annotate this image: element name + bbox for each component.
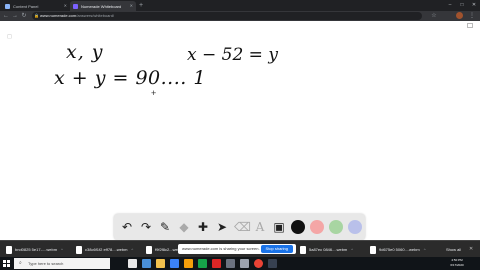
image-icon[interactable]: ▣ [272, 220, 286, 234]
maximize-icon[interactable]: □ [456, 0, 468, 11]
store-icon[interactable] [170, 259, 179, 268]
system-clock[interactable]: 4:50 PM 6/17/2020 [444, 258, 470, 268]
lock-icon: 🔒 [34, 13, 39, 18]
download-label: bnd0825 5e17-....webm [15, 247, 58, 252]
tab-numerade-whiteboard[interactable]: Numerade Whiteboard ✕ [70, 1, 136, 11]
download-item[interactable]: c38c6f1f2 eff78....webm ^ [76, 244, 133, 255]
share-message: www.numerade.com is sharing your screen. [182, 246, 260, 251]
edge-icon[interactable] [142, 259, 151, 268]
tab-content-panel[interactable]: Content Panel ✕ [2, 1, 70, 11]
eraser-icon[interactable]: ⌫ [234, 220, 251, 234]
windows-taskbar: ⌕ Type here to search 4:50 PM 6/17/2020 [0, 257, 480, 270]
taskbar-search-input[interactable]: ⌕ Type here to search [14, 258, 110, 269]
bookmark-star-icon[interactable]: ☆ [430, 12, 438, 20]
app-dark-icon[interactable] [268, 259, 277, 268]
profile-avatar[interactable] [456, 12, 463, 19]
stop-sharing-button[interactable]: Stop sharing [260, 245, 293, 253]
redo-icon[interactable]: ↷ [139, 220, 153, 234]
url-field[interactable]: 🔒 www.numerade.com/answers/whiteboard/ [32, 12, 422, 20]
show-all-downloads-button[interactable]: Show all [446, 247, 461, 252]
download-label: c38c6f1f2 eff78....webm [85, 247, 128, 252]
undo-icon[interactable]: ↶ [120, 220, 134, 234]
tab-label: Content Panel [13, 3, 39, 9]
color-black-swatch[interactable] [291, 220, 305, 234]
file-explorer-icon[interactable] [156, 259, 165, 268]
fullscreen-icon[interactable] [467, 23, 473, 28]
chevron-up-icon[interactable]: ^ [61, 247, 63, 252]
shapes-icon[interactable]: ◆ [177, 220, 191, 234]
file-icon [300, 245, 306, 254]
download-item[interactable]: 5a87ec 0846....webm ^ [300, 244, 353, 255]
search-icon: ⌕ [19, 260, 22, 266]
tab-favicon-icon [73, 3, 78, 9]
drawing-toolbar: ↶ ↷ ✎ ◆ ✚ ➤ ⌫ A ▣ [114, 214, 365, 240]
select-icon[interactable]: ➤ [215, 220, 229, 234]
minimize-icon[interactable]: – [444, 0, 456, 11]
mail-icon[interactable] [184, 259, 193, 268]
file-icon [76, 245, 82, 254]
crosshair-cursor-icon: + [151, 88, 157, 98]
reload-icon[interactable]: ↻ [20, 12, 28, 20]
chevron-up-icon[interactable]: ^ [131, 247, 133, 252]
handwriting-equation-2: x − 52 = y [187, 45, 278, 65]
plus-icon[interactable]: ✚ [196, 220, 210, 234]
download-item[interactable]: 9d675e0 5060....webm ^ [370, 244, 426, 255]
url-host: www.numerade.com [40, 13, 77, 18]
handwriting-equation-1: x + y = 90.... 1 [54, 67, 206, 89]
browser-tab-bar: Content Panel ✕ Numerade Whiteboard ✕ + … [0, 0, 480, 11]
file-icon [6, 245, 12, 254]
text-icon[interactable]: A [253, 220, 267, 234]
menu-dots-icon[interactable]: ⋮ [468, 12, 476, 20]
screen: Content Panel ✕ Numerade Whiteboard ✕ + … [0, 0, 480, 270]
app-green-icon[interactable] [198, 259, 207, 268]
app-pen-icon[interactable] [240, 259, 249, 268]
tab-close-icon[interactable]: ✕ [130, 3, 133, 8]
close-downloads-icon[interactable]: ✕ [469, 246, 473, 252]
whiteboard-canvas[interactable]: ◻ x, y x + y = 90.... 1 x − 52 = y + [0, 21, 480, 240]
new-tab-button[interactable]: + [139, 1, 143, 10]
screen-share-banner: www.numerade.com is sharing your screen.… [178, 244, 296, 254]
forward-icon[interactable]: → [11, 12, 19, 20]
url-path: /answers/whiteboard/ [76, 13, 115, 18]
color-lavender-swatch[interactable] [348, 220, 362, 234]
page-expand-icon[interactable]: ◻ [7, 33, 12, 40]
file-icon [370, 245, 376, 254]
download-label: 9d675e0 5060....webm [379, 247, 420, 252]
clock-date: 6/17/2020 [450, 263, 464, 267]
download-label: 5a87ec 0846....webm [309, 247, 348, 252]
back-icon[interactable]: ← [2, 12, 10, 20]
tab-label: Numerade Whiteboard [81, 3, 122, 9]
app-red-icon[interactable] [212, 259, 221, 268]
task-view-icon[interactable] [128, 259, 137, 268]
windows-start-icon[interactable] [3, 260, 11, 267]
chevron-up-icon[interactable]: ^ [351, 247, 353, 252]
chevron-up-icon[interactable]: ^ [424, 247, 426, 252]
tab-close-icon[interactable]: ✕ [64, 3, 67, 8]
color-pink-swatch[interactable] [310, 220, 324, 234]
chrome-icon[interactable] [254, 259, 263, 268]
close-window-icon[interactable]: ✕ [468, 0, 480, 11]
pen-icon[interactable]: ✎ [158, 220, 172, 234]
file-icon [146, 245, 152, 254]
address-bar-row: ← → ↻ 🔒 www.numerade.com/answers/whitebo… [0, 11, 480, 21]
color-green-swatch[interactable] [329, 220, 343, 234]
handwriting-variables: x, y [66, 41, 104, 63]
download-item[interactable]: bnd0825 5e17-....webm ^ [6, 244, 63, 255]
app-gray-icon[interactable] [226, 259, 235, 268]
tab-favicon-icon [5, 3, 10, 9]
search-placeholder: Type here to search [28, 261, 64, 266]
